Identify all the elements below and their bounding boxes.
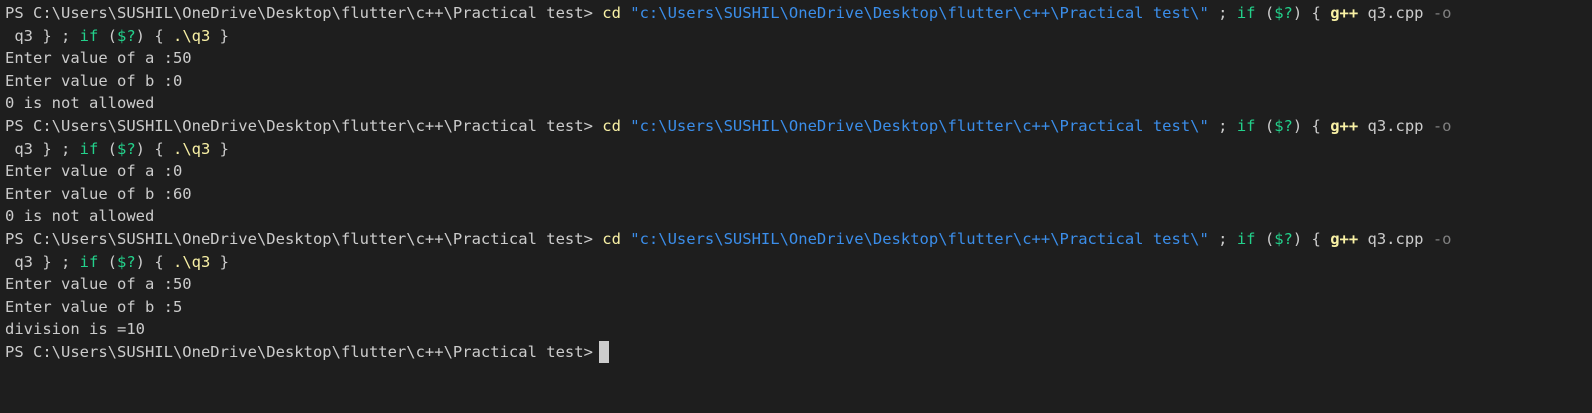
prompt: PS C:\Users\SUSHIL\OneDrive\Desktop\flut… [5,342,593,361]
brace-close: } [210,252,229,271]
paren-open: ( [1255,4,1275,22]
output-flag: -o [1432,116,1452,135]
output-line: 0 is not allowed [5,207,155,226]
command-line: PS C:\Users\SUSHIL\OneDrive\Desktop\flut… [5,228,1592,251]
gpp-command: g++ [1330,4,1359,22]
cd-command: cd [602,229,621,248]
output-name: q3 } ; [5,139,80,158]
paren-close: ) { [1292,229,1331,248]
separator: ; [1208,229,1237,248]
output-line: Enter value of a :50 [5,49,192,68]
command-line: PS C:\Users\SUSHIL\OneDrive\Desktop\flut… [5,2,1592,25]
separator: ; [1208,116,1237,135]
brace-close: } [210,26,229,45]
path-string: "c:\Users\SUSHIL\OneDrive\Desktop\flutte… [630,116,1209,135]
paren-open: ( [1255,229,1275,248]
output-name: q3 } ; [5,26,80,45]
paren-open: ( [1255,116,1275,135]
source-file: q3.cpp [1358,229,1433,248]
if-keyword: if [79,139,99,158]
if-keyword: if [1236,116,1256,135]
status-variable: $? [117,139,136,158]
if-keyword: if [1236,229,1256,248]
paren-open: ( [98,139,117,158]
command-line-wrap: q3 } ; if ($?) { .\q3 } [5,138,1592,161]
paren-close: ) { [1292,4,1331,22]
command-line-wrap: q3 } ; if ($?) { .\q3 } [5,251,1592,274]
output-line: division is =10 [5,320,145,339]
path-string: "c:\Users\SUSHIL\OneDrive\Desktop\flutte… [630,229,1209,248]
terminal-window[interactable]: PS C:\Users\SUSHIL\OneDrive\Desktop\flut… [0,0,1592,413]
source-file: q3.cpp [1358,116,1433,135]
status-variable: $? [1274,4,1293,22]
output-line: Enter value of a :50 [5,275,192,294]
paren-close: ) { [135,139,173,158]
command-line: PS C:\Users\SUSHIL\OneDrive\Desktop\flut… [5,115,1592,138]
output-line: Enter value of b :60 [5,184,192,203]
output-line: Enter value of b :5 [5,297,183,316]
gpp-command: g++ [1330,116,1359,135]
paren-open: ( [98,26,117,45]
status-variable: $? [117,26,136,45]
brace-close: } [210,139,229,158]
status-variable: $? [117,252,136,271]
cd-command: cd [602,4,621,22]
output-flag: -o [1432,4,1452,22]
paren-close: ) { [135,26,173,45]
gpp-command: g++ [1330,229,1359,248]
if-keyword: if [79,26,99,45]
paren-open: ( [98,252,117,271]
if-keyword: if [79,252,99,271]
source-file: q3.cpp [1358,4,1433,22]
command-line-wrap: q3 } ; if ($?) { .\q3 } [5,25,1592,48]
prompt: PS C:\Users\SUSHIL\OneDrive\Desktop\flut… [5,4,593,22]
run-executable: .\q3 [173,252,211,271]
paren-close: ) { [1292,116,1331,135]
current-prompt-line[interactable]: PS C:\Users\SUSHIL\OneDrive\Desktop\flut… [5,340,1592,364]
status-variable: $? [1274,116,1293,135]
output-line: Enter value of b :0 [5,71,183,90]
status-variable: $? [1274,229,1293,248]
run-executable: .\q3 [173,26,211,45]
cd-command: cd [602,116,621,135]
output-line: Enter value of a :0 [5,162,183,181]
output-flag: -o [1432,229,1452,248]
separator: ; [1208,4,1237,22]
if-keyword: if [1236,4,1256,22]
path-string: "c:\Users\SUSHIL\OneDrive\Desktop\flutte… [630,4,1209,22]
text-cursor [598,340,609,363]
output-name: q3 } ; [5,252,80,271]
output-line: 0 is not allowed [5,94,155,113]
paren-close: ) { [135,252,173,271]
prompt: PS C:\Users\SUSHIL\OneDrive\Desktop\flut… [5,229,593,248]
prompt: PS C:\Users\SUSHIL\OneDrive\Desktop\flut… [5,116,593,135]
run-executable: .\q3 [173,139,211,158]
